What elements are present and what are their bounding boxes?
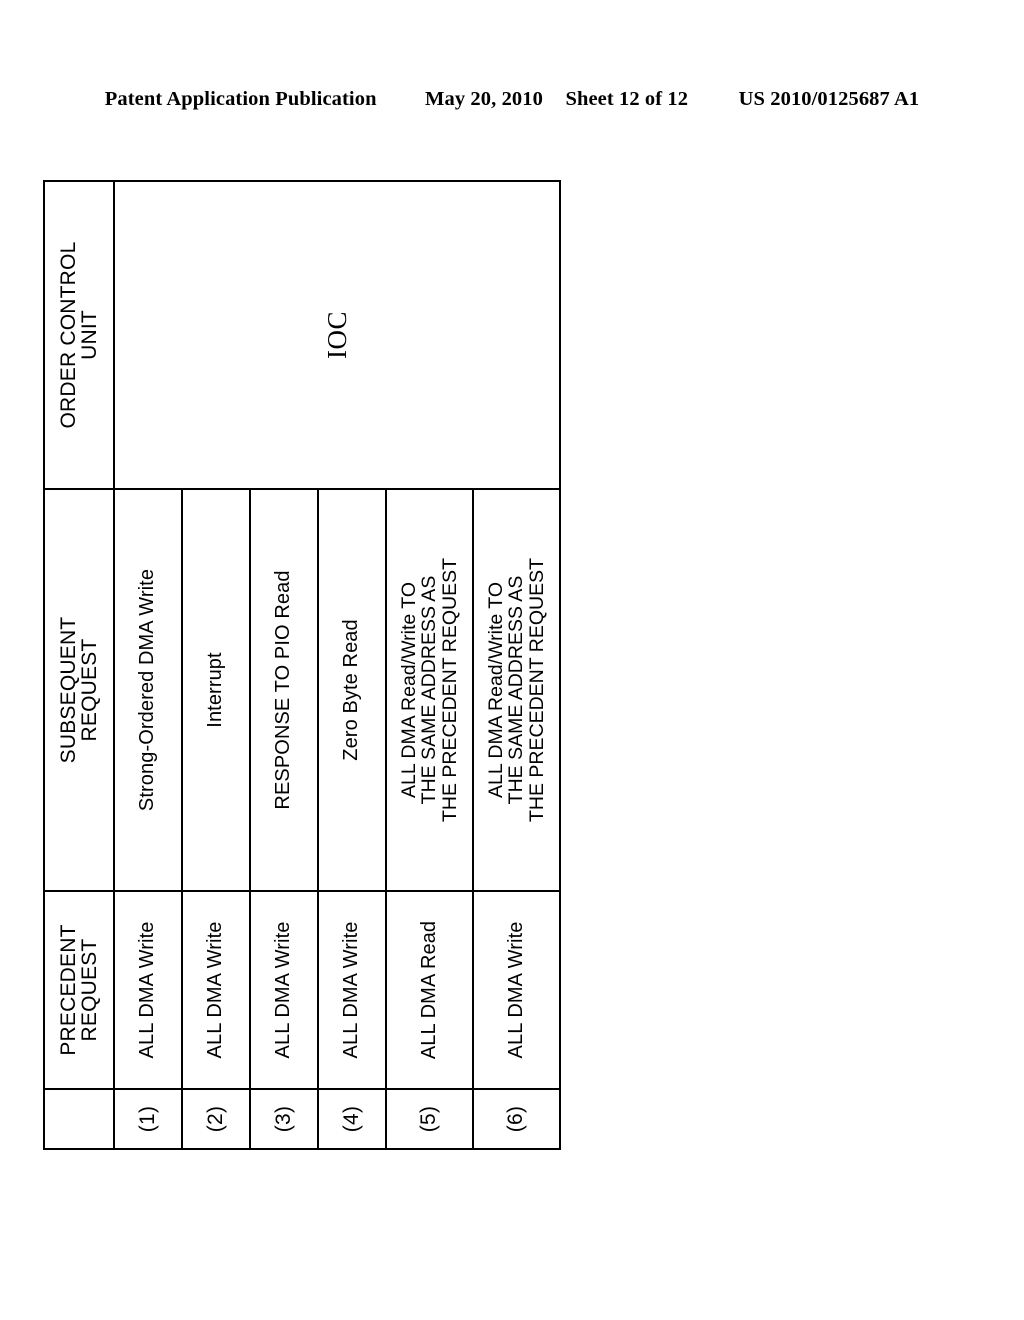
row-number: (6) bbox=[473, 1089, 560, 1149]
header-cell-number bbox=[44, 1089, 114, 1149]
table-row: (1) ALL DMA Write Strong-Ordered DMA Wri… bbox=[114, 181, 560, 1149]
row-precedent: ALL DMA Write bbox=[250, 891, 318, 1089]
row-subsequent: Zero Byte Read bbox=[318, 489, 386, 891]
patent-number: US 2010/0125687 A1 bbox=[738, 88, 920, 110]
row-number: (2) bbox=[182, 1089, 250, 1149]
header-cell-order-control: ORDER CONTROL UNIT bbox=[44, 181, 114, 489]
row-precedent: ALL DMA Write bbox=[473, 891, 560, 1089]
header-subsequent-line2: REQUEST bbox=[78, 638, 101, 742]
row-number: (5) bbox=[386, 1089, 473, 1149]
row-subsequent: Interrupt bbox=[182, 489, 250, 891]
patent-header: Patent Application Publication May 20, 2… bbox=[0, 88, 1024, 111]
row-subsequent: RESPONSE TO PIO Read bbox=[250, 489, 318, 891]
row-precedent: ALL DMA Write bbox=[114, 891, 182, 1089]
row-subsequent-line2: THE SAME ADDRESS AS bbox=[505, 575, 528, 805]
row-subsequent-line3: THE PRECEDENT REQUEST bbox=[525, 558, 548, 823]
row-precedent: ALL DMA Write bbox=[318, 891, 386, 1089]
header-cell-precedent: PRECEDENT REQUEST bbox=[44, 891, 114, 1089]
order-control-table: PRECEDENT REQUEST SUBSEQUENT REQUEST ORD… bbox=[43, 180, 561, 1150]
row-subsequent-line1: ALL DMA Read/Write TO bbox=[485, 581, 508, 799]
figure-13: FIG. 13 PRECEDENT REQUEST SUBSEQU bbox=[28, 180, 628, 1150]
header-subsequent-line1: SUBSEQUENT bbox=[56, 616, 80, 764]
row-precedent: ALL DMA Read bbox=[386, 891, 473, 1089]
publication-title: Patent Application Publication bbox=[104, 88, 377, 110]
sheet-number: Sheet 12 of 12 bbox=[565, 88, 689, 110]
order-control-merged-cell: IOC bbox=[114, 181, 560, 489]
table-header-row: PRECEDENT REQUEST SUBSEQUENT REQUEST ORD… bbox=[44, 181, 114, 1149]
header-order-control-line1: ORDER CONTROL bbox=[56, 241, 80, 429]
row-subsequent-line2: THE SAME ADDRESS AS bbox=[418, 575, 441, 805]
row-number: (1) bbox=[114, 1089, 182, 1149]
row-number: (4) bbox=[318, 1089, 386, 1149]
publication-date: May 20, 2010 bbox=[425, 88, 543, 110]
row-subsequent: ALL DMA Read/Write TO THE SAME ADDRESS A… bbox=[473, 489, 560, 891]
header-order-control-line2: UNIT bbox=[78, 310, 101, 360]
row-subsequent: ALL DMA Read/Write TO THE SAME ADDRESS A… bbox=[386, 489, 473, 891]
row-subsequent-line3: THE PRECEDENT REQUEST bbox=[438, 558, 461, 823]
row-subsequent: Strong-Ordered DMA Write bbox=[114, 489, 182, 891]
header-precedent-line2: REQUEST bbox=[78, 938, 101, 1042]
row-number: (3) bbox=[250, 1089, 318, 1149]
header-cell-subsequent: SUBSEQUENT REQUEST bbox=[44, 489, 114, 891]
row-subsequent-line1: ALL DMA Read/Write TO bbox=[398, 581, 421, 799]
row-precedent: ALL DMA Write bbox=[182, 891, 250, 1089]
header-precedent-line1: PRECEDENT bbox=[56, 924, 80, 1056]
